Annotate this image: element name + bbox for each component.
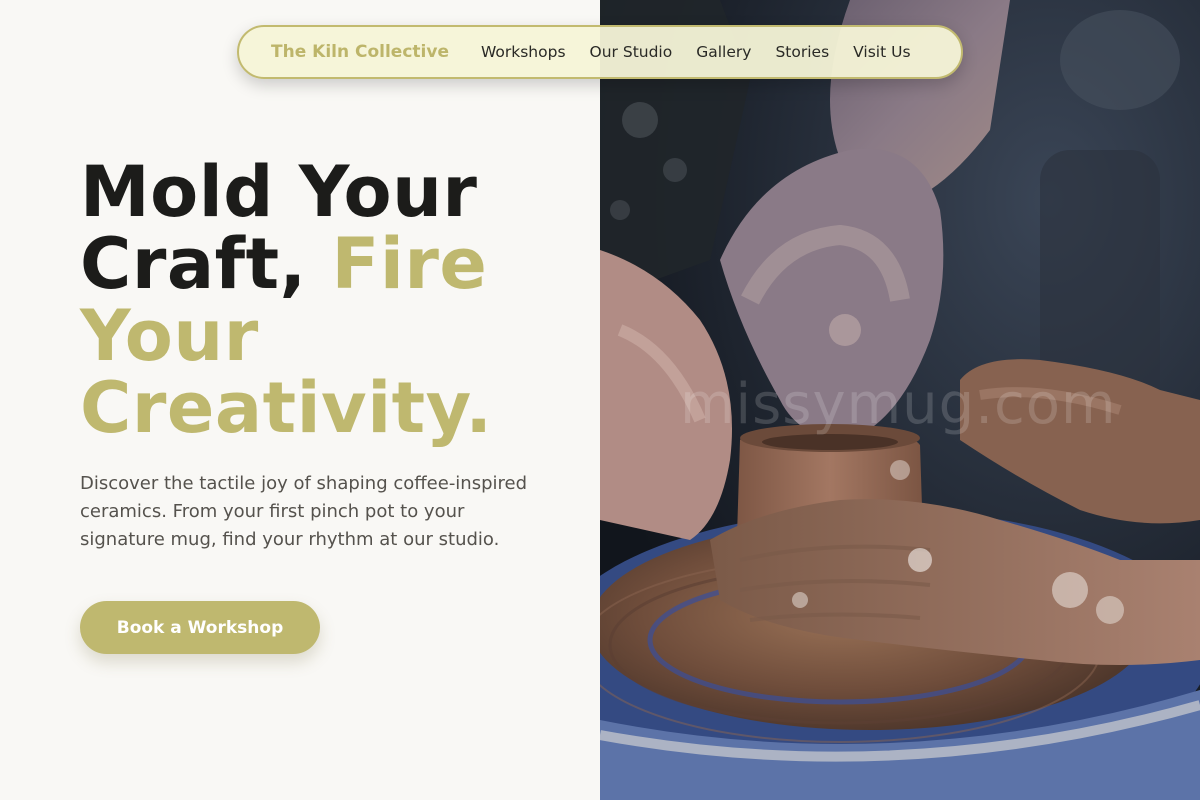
- nav-link-gallery[interactable]: Gallery: [696, 43, 751, 61]
- top-navigation: The Kiln Collective Workshops Our Studio…: [237, 25, 963, 79]
- hero-photo-pottery-wheel: missymug.com: [600, 0, 1200, 800]
- book-workshop-button[interactable]: Book a Workshop: [80, 601, 320, 654]
- nav-link-workshops[interactable]: Workshops: [481, 43, 566, 61]
- hero-headline: Mold Your Craft, Fire Your Creativity.: [80, 156, 580, 444]
- nav-link-stories[interactable]: Stories: [775, 43, 829, 61]
- image-watermark: missymug.com: [680, 372, 1117, 437]
- nav-link-visit-us[interactable]: Visit Us: [853, 43, 910, 61]
- nav-links: Workshops Our Studio Gallery Stories Vis…: [481, 43, 911, 61]
- hero-description: Discover the tactile joy of shaping coff…: [80, 473, 528, 550]
- brand-logo-text[interactable]: The Kiln Collective: [271, 42, 449, 62]
- nav-link-our-studio[interactable]: Our Studio: [590, 43, 673, 61]
